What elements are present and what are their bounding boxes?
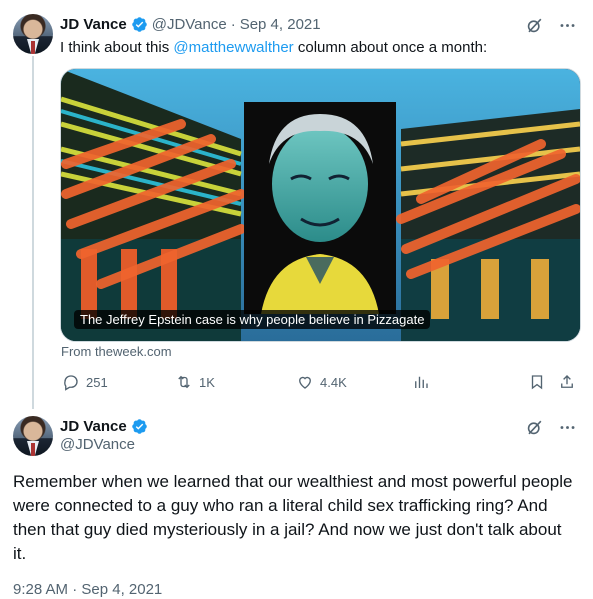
bookmark-button[interactable] bbox=[528, 371, 546, 393]
reply-button[interactable]: 251 bbox=[62, 371, 108, 393]
tweet-text: I think about this @matthewwalther colum… bbox=[60, 38, 487, 58]
verified-badge-icon[interactable] bbox=[131, 16, 148, 33]
author-avatar[interactable] bbox=[13, 416, 53, 456]
link-card[interactable]: The Jeffrey Epstein case is why people b… bbox=[60, 68, 581, 342]
tweet-header: JD Vance bbox=[60, 416, 148, 436]
tweet-actions: 251 1K 4.4K bbox=[60, 371, 577, 393]
retweet-count: 1K bbox=[199, 374, 215, 390]
more-options-icon[interactable] bbox=[558, 16, 577, 35]
like-count: 4.4K bbox=[320, 374, 347, 390]
grok-icon[interactable] bbox=[525, 16, 544, 35]
verified-badge-icon[interactable] bbox=[131, 418, 148, 435]
share-icon bbox=[561, 375, 573, 388]
tweet-date[interactable]: Sep 4, 2021 bbox=[240, 16, 321, 33]
author-handle[interactable]: @JDVance bbox=[60, 436, 135, 453]
tweet-text-start: I think about this bbox=[60, 39, 174, 56]
retweet-icon bbox=[178, 375, 190, 389]
separator-dot: · bbox=[230, 15, 236, 33]
like-icon bbox=[299, 376, 311, 389]
reply-icon bbox=[64, 375, 78, 391]
more-options-icon[interactable] bbox=[558, 418, 577, 437]
tweet-header: JD Vance @JDVance · Sep 4, 2021 bbox=[60, 14, 321, 34]
author-avatar[interactable] bbox=[13, 14, 53, 54]
views-button[interactable] bbox=[412, 371, 430, 393]
tweet-top-actions bbox=[525, 16, 577, 35]
reply-count: 251 bbox=[86, 374, 108, 390]
tweet-text-end: column about once a month: bbox=[293, 39, 488, 56]
grok-icon[interactable] bbox=[525, 418, 544, 437]
author-name[interactable]: JD Vance bbox=[60, 16, 127, 33]
thread-connector-line bbox=[32, 56, 34, 409]
mention-link[interactable]: @matthewwalther bbox=[173, 39, 293, 56]
views-icon bbox=[415, 376, 428, 388]
card-image bbox=[61, 69, 580, 341]
author-name[interactable]: JD Vance bbox=[60, 418, 127, 435]
card-title[interactable]: The Jeffrey Epstein case is why people b… bbox=[74, 310, 431, 329]
card-source[interactable]: From theweek.com bbox=[61, 344, 172, 359]
like-button[interactable]: 4.4K bbox=[296, 371, 347, 393]
tweet-timestamp[interactable]: 9:28 AM · Sep 4, 2021 bbox=[13, 581, 162, 598]
tweet-text: Remember when we learned that our wealth… bbox=[13, 472, 573, 563]
tweet-top-actions bbox=[525, 418, 577, 437]
share-button[interactable] bbox=[558, 371, 576, 393]
author-handle[interactable]: @JDVance bbox=[152, 16, 227, 33]
bookmark-icon bbox=[531, 375, 543, 390]
retweet-button[interactable]: 1K bbox=[175, 371, 215, 393]
